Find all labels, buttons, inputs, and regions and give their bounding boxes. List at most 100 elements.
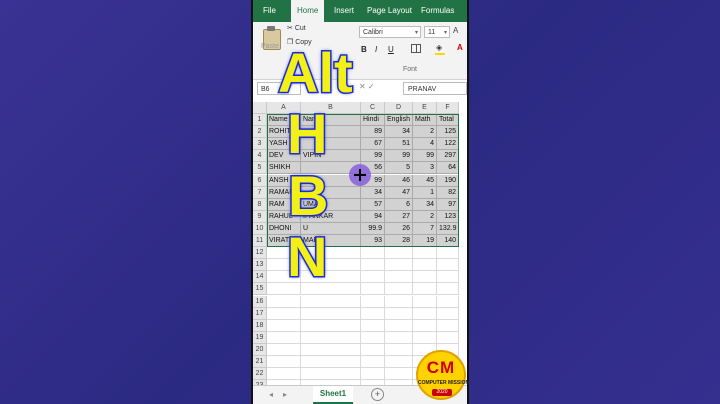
bold-button[interactable]: B xyxy=(361,45,367,54)
underline-button[interactable]: U xyxy=(388,45,394,54)
empty-cell[interactable] xyxy=(361,356,385,369)
empty-cell[interactable] xyxy=(437,247,459,260)
row-header[interactable]: 10 xyxy=(253,222,267,235)
add-sheet-icon[interactable]: + xyxy=(371,388,384,401)
table-cell[interactable]: 94 xyxy=(361,210,385,223)
font-size-select[interactable]: 11 ▾ xyxy=(424,26,450,38)
table-cell[interactable]: 122 xyxy=(437,138,459,151)
row-header[interactable]: 4 xyxy=(253,150,267,163)
table-cell[interactable]: 93 xyxy=(361,235,385,248)
table-cell[interactable]: 97 xyxy=(437,198,459,211)
table-cell[interactable]: Math xyxy=(413,114,437,127)
table-cell[interactable]: 140 xyxy=(437,235,459,248)
empty-cell[interactable] xyxy=(385,271,413,284)
empty-cell[interactable] xyxy=(437,319,459,332)
table-cell[interactable]: 3 xyxy=(413,162,437,175)
empty-cell[interactable] xyxy=(385,307,413,320)
table-cell[interactable]: 5 xyxy=(385,162,413,175)
table-cell[interactable]: 57 xyxy=(361,198,385,211)
empty-cell[interactable] xyxy=(267,319,301,332)
row-header[interactable]: 9 xyxy=(253,210,267,223)
empty-cell[interactable] xyxy=(361,368,385,381)
italic-button[interactable]: I xyxy=(375,45,377,54)
tab-page-layout[interactable]: Page Layout xyxy=(361,0,418,22)
table-cell[interactable]: 67 xyxy=(361,138,385,151)
empty-cell[interactable] xyxy=(385,331,413,344)
empty-cell[interactable] xyxy=(413,295,437,308)
row-header[interactable]: 19 xyxy=(253,331,267,344)
tab-file[interactable]: File xyxy=(257,0,282,22)
tab-insert[interactable]: Insert xyxy=(328,0,360,22)
empty-cell[interactable] xyxy=(301,368,361,381)
row-header[interactable]: 8 xyxy=(253,198,267,211)
table-cell[interactable]: 34 xyxy=(385,126,413,139)
table-cell[interactable]: 89 xyxy=(361,126,385,139)
empty-cell[interactable] xyxy=(361,331,385,344)
empty-cell[interactable] xyxy=(385,319,413,332)
empty-cell[interactable] xyxy=(437,271,459,284)
empty-cell[interactable] xyxy=(437,331,459,344)
table-cell[interactable]: 99 xyxy=(361,150,385,163)
empty-cell[interactable] xyxy=(267,368,301,381)
empty-cell[interactable] xyxy=(385,368,413,381)
table-cell[interactable]: 1 xyxy=(413,186,437,199)
row-header[interactable]: 7 xyxy=(253,186,267,199)
column-header[interactable]: D xyxy=(385,102,413,114)
empty-cell[interactable] xyxy=(413,259,437,272)
fill-color-icon[interactable]: ◈ xyxy=(436,43,442,52)
table-cell[interactable]: 2 xyxy=(413,210,437,223)
empty-cell[interactable] xyxy=(267,356,301,369)
empty-cell[interactable] xyxy=(413,331,437,344)
row-header[interactable]: 3 xyxy=(253,138,267,151)
empty-cell[interactable] xyxy=(437,259,459,272)
table-cell[interactable]: 64 xyxy=(437,162,459,175)
row-header[interactable]: 1 xyxy=(253,114,267,127)
table-cell[interactable]: 47 xyxy=(385,186,413,199)
row-header[interactable]: 2 xyxy=(253,126,267,139)
table-cell[interactable]: 4 xyxy=(413,138,437,151)
tab-home[interactable]: Home xyxy=(291,0,325,22)
row-header[interactable]: 17 xyxy=(253,307,267,320)
table-cell[interactable]: Hindi xyxy=(361,114,385,127)
table-cell[interactable]: 27 xyxy=(385,210,413,223)
empty-cell[interactable] xyxy=(437,307,459,320)
table-cell[interactable]: 26 xyxy=(385,222,413,235)
empty-cell[interactable] xyxy=(437,295,459,308)
empty-cell[interactable] xyxy=(385,295,413,308)
row-header[interactable]: 13 xyxy=(253,259,267,272)
empty-cell[interactable] xyxy=(361,247,385,260)
table-cell[interactable]: 2 xyxy=(413,126,437,139)
empty-cell[interactable] xyxy=(361,295,385,308)
empty-cell[interactable] xyxy=(413,319,437,332)
table-cell[interactable]: 6 xyxy=(385,198,413,211)
table-cell[interactable]: 132.9 xyxy=(437,222,459,235)
row-header[interactable]: 18 xyxy=(253,319,267,332)
borders-icon[interactable] xyxy=(411,44,421,53)
table-cell[interactable]: 99 xyxy=(413,150,437,163)
row-header[interactable]: 12 xyxy=(253,247,267,260)
empty-cell[interactable] xyxy=(301,319,361,332)
empty-cell[interactable] xyxy=(385,356,413,369)
empty-cell[interactable] xyxy=(361,343,385,356)
empty-cell[interactable] xyxy=(413,283,437,296)
column-header[interactable]: C xyxy=(361,102,385,114)
cut-button[interactable]: ✂ Cut xyxy=(287,24,306,32)
empty-cell[interactable] xyxy=(361,319,385,332)
table-cell[interactable]: 34 xyxy=(361,186,385,199)
increase-font-size-button[interactable]: A xyxy=(453,26,458,35)
table-cell[interactable]: 123 xyxy=(437,210,459,223)
row-header[interactable]: 16 xyxy=(253,295,267,308)
table-cell[interactable]: 190 xyxy=(437,174,459,187)
empty-cell[interactable] xyxy=(361,271,385,284)
empty-cell[interactable] xyxy=(413,247,437,260)
empty-cell[interactable] xyxy=(385,343,413,356)
table-cell[interactable]: 51 xyxy=(385,138,413,151)
empty-cell[interactable] xyxy=(301,343,361,356)
table-cell[interactable]: English xyxy=(385,114,413,127)
sheet-next-icon[interactable]: ▸ xyxy=(283,390,287,399)
table-cell[interactable]: Total xyxy=(437,114,459,127)
empty-cell[interactable] xyxy=(361,283,385,296)
empty-cell[interactable] xyxy=(385,283,413,296)
formula-input[interactable]: PRANAV xyxy=(403,82,467,95)
table-cell[interactable]: 46 xyxy=(385,174,413,187)
